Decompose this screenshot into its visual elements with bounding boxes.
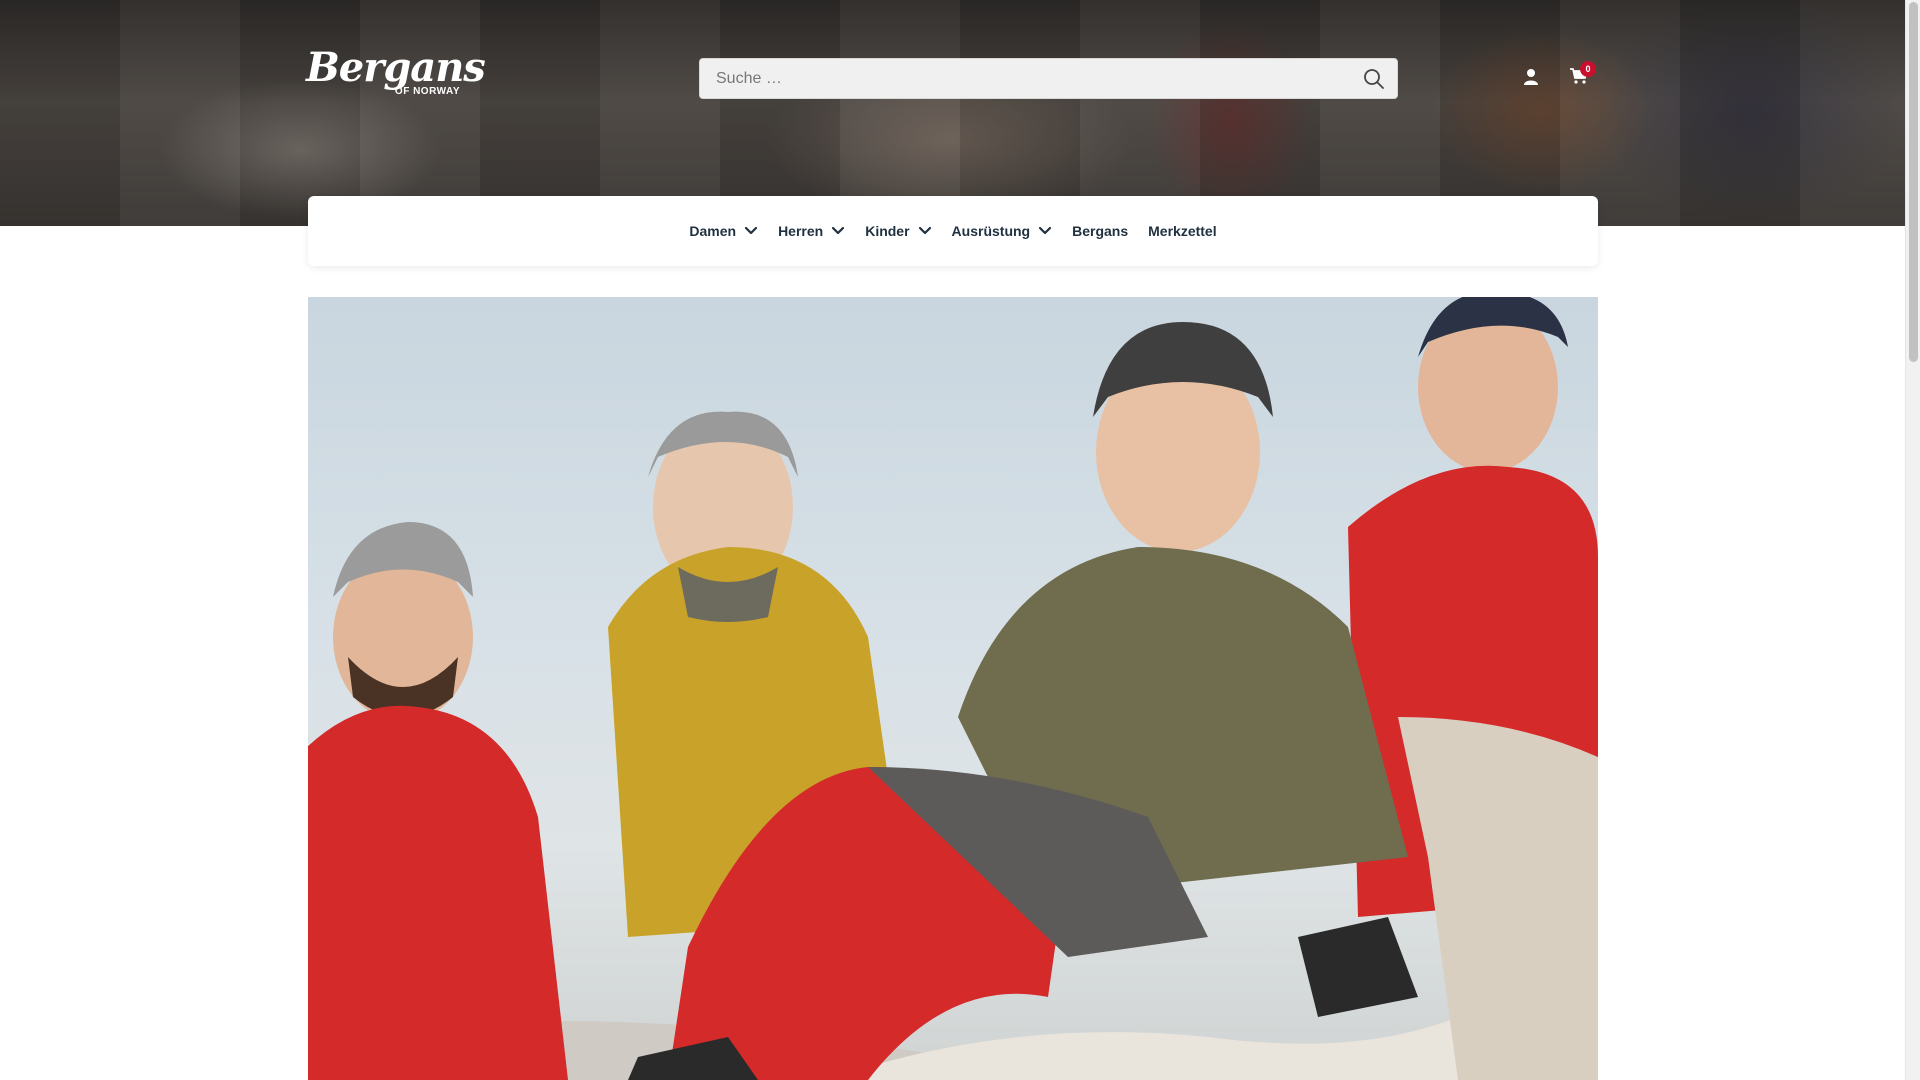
nav-item-merkzettel[interactable]: Merkzettel [1138,211,1226,251]
hero-illustration [308,297,1598,1080]
logo-brand: Bergans [306,44,486,91]
chevron-down-icon [832,226,845,235]
main-navigation: Damen Herren Kinder Ausrüstung Bergans M… [308,196,1598,266]
nav-item-label: Merkzettel [1148,223,1217,239]
nav-item-damen[interactable]: Damen [679,211,768,251]
nav-item-label: Herren [778,223,824,239]
page-scrollbar[interactable] [1905,0,1920,1080]
hero-image[interactable] [308,297,1598,1080]
search-input[interactable] [700,59,1397,98]
nav-item-label: Ausrüstung [951,223,1031,239]
search-icon[interactable] [1363,68,1385,90]
nav-item-bergans[interactable]: Bergans [1062,211,1138,251]
nav-item-label: Damen [689,223,737,239]
header-background [0,0,1905,226]
chevron-down-icon [918,226,931,235]
user-icon[interactable] [1523,68,1539,85]
nav-item-ausruestung[interactable]: Ausrüstung [942,211,1063,251]
nav-list: Damen Herren Kinder Ausrüstung Bergans M… [679,211,1226,251]
search-bar [699,58,1398,99]
scrollbar-thumb[interactable] [1909,2,1918,362]
nav-item-kinder[interactable]: Kinder [855,211,941,251]
chevron-down-icon [744,226,758,235]
nav-item-herren[interactable]: Herren [768,211,855,251]
nav-item-label: Kinder [865,223,910,239]
chevron-down-icon [1039,226,1052,235]
nav-item-label: Bergans [1072,223,1129,239]
bergans-logo[interactable]: Bergans OF NORWAY [306,44,486,100]
cart-count-badge: 0 [1580,61,1596,77]
logo-subtitle: OF NORWAY [394,86,460,97]
